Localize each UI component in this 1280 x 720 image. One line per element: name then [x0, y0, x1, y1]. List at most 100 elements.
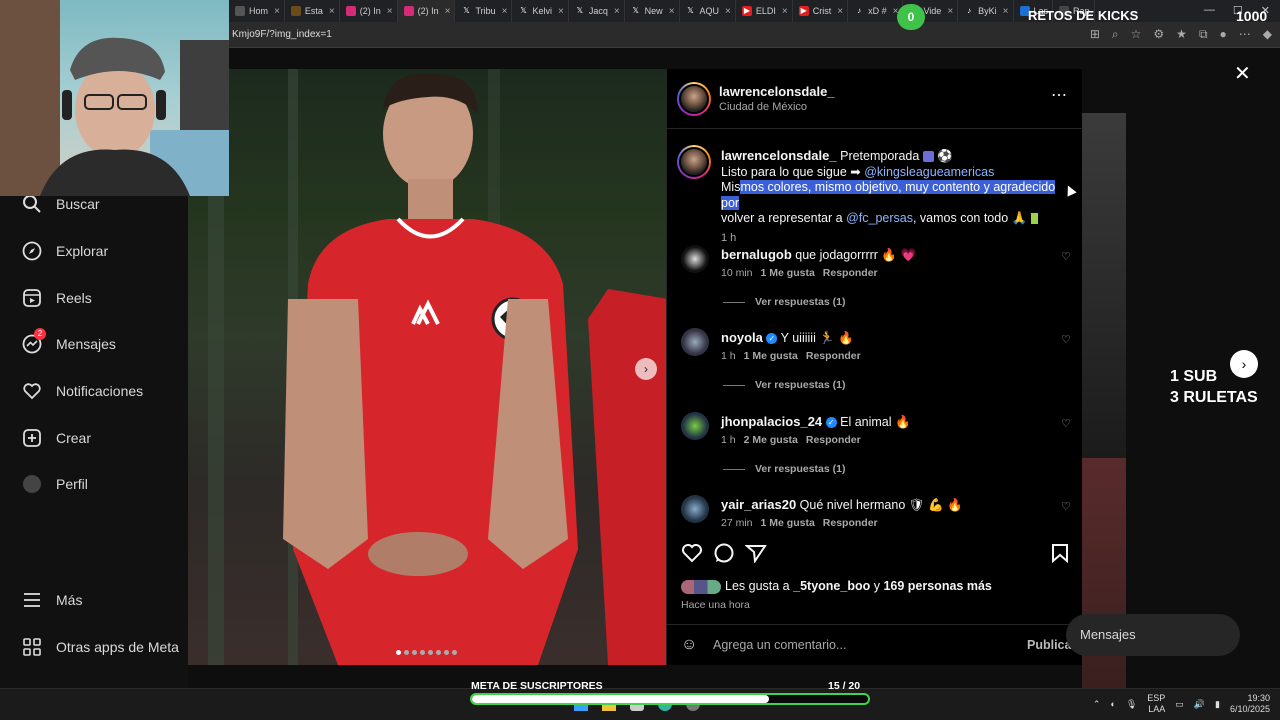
comment-time[interactable]: 27 min — [721, 517, 753, 529]
emoji-picker-icon[interactable]: ☺ — [681, 636, 697, 654]
sidebar-item-meta-apps[interactable]: Otras apps de Meta — [22, 637, 179, 657]
close-tab-icon[interactable]: × — [387, 6, 393, 17]
favorites-icon[interactable]: ★ — [1176, 27, 1187, 42]
like-comment-heart-icon[interactable]: ♡ — [1061, 417, 1071, 430]
caption-timestamp[interactable]: 1 h — [721, 231, 1061, 247]
close-tab-icon[interactable]: × — [837, 6, 843, 17]
microphone-icon[interactable]: 🎙 — [1126, 699, 1137, 710]
view-replies-button[interactable]: Ver respuestas (1) — [723, 463, 845, 475]
comment-time[interactable]: 1 h — [721, 350, 736, 362]
sidebar-item-mas[interactable]: Más — [22, 590, 82, 610]
like-comment-heart-icon[interactable]: ♡ — [1061, 333, 1071, 346]
view-replies-button[interactable]: Ver respuestas (1) — [723, 379, 845, 391]
browser-tab[interactable]: 𝕏 New × — [625, 0, 680, 22]
comment-likes[interactable]: 1 Me gusta — [744, 350, 798, 362]
browser-tab[interactable]: Hom × — [229, 0, 285, 22]
liker-username[interactable]: _5tyone_boo — [793, 579, 870, 593]
comment-username[interactable]: bernalugob — [721, 247, 792, 262]
browser-tab[interactable]: 𝕏 Jacq × — [569, 0, 625, 22]
language-indicator[interactable]: ESP LAA — [1147, 693, 1165, 715]
close-tab-icon[interactable]: × — [782, 6, 788, 17]
comment-likes[interactable]: 2 Me gusta — [744, 434, 798, 446]
reply-button[interactable]: Responder — [823, 267, 878, 279]
avatar[interactable] — [681, 495, 709, 523]
close-tab-icon[interactable]: × — [329, 6, 335, 17]
close-tab-icon[interactable]: × — [669, 6, 675, 17]
browser-tab[interactable]: (2) In × — [340, 0, 398, 22]
comment-likes[interactable]: 1 Me gusta — [761, 267, 815, 279]
battery-icon[interactable]: ▮ — [1215, 699, 1220, 710]
sidebar-item-crear[interactable]: Crear — [22, 428, 91, 448]
copilot-icon[interactable]: ◆ — [1263, 27, 1272, 42]
post-location[interactable]: Ciudad de México — [719, 101, 807, 113]
star-icon[interactable]: ☆ — [1131, 27, 1142, 42]
close-tab-icon[interactable]: × — [947, 6, 953, 17]
browser-tab[interactable]: 𝕏 Kelvi × — [512, 0, 569, 22]
browser-tab[interactable]: 𝕏 Tribu × — [455, 0, 513, 22]
post-author-username[interactable]: lawrencelonsdale_ — [719, 84, 835, 99]
avatar[interactable] — [681, 245, 709, 273]
reply-button[interactable]: Responder — [823, 517, 878, 529]
close-tab-icon[interactable]: × — [1003, 6, 1009, 17]
browser-tab[interactable]: ▶ Crist × — [793, 0, 849, 22]
more-options-icon[interactable]: ⋯ — [1051, 85, 1067, 105]
likes-count[interactable]: 169 personas más — [883, 579, 991, 593]
view-replies-button[interactable]: Ver respuestas (1) — [723, 296, 845, 308]
sidebar-item-notificaciones[interactable]: Notificaciones — [22, 381, 143, 401]
display-icon[interactable]: ▭ — [1175, 699, 1184, 710]
like-comment-heart-icon[interactable]: ♡ — [1061, 500, 1071, 513]
chevron-up-icon[interactable]: ⌃ — [1093, 699, 1101, 710]
comment-input[interactable]: Agrega un comentario... — [713, 638, 846, 652]
zoom-icon[interactable]: ⌕ — [1112, 27, 1119, 42]
comment-likes[interactable]: 1 Me gusta — [761, 517, 815, 529]
more-icon[interactable]: ⋯ — [1239, 27, 1251, 42]
save-bookmark-icon[interactable] — [1051, 543, 1069, 568]
close-tab-icon[interactable]: × — [445, 6, 451, 17]
reply-button[interactable]: Responder — [806, 434, 861, 446]
minimize-icon[interactable]: — — [1204, 4, 1215, 17]
sidebar-item-buscar[interactable]: Buscar — [22, 194, 100, 214]
like-heart-icon[interactable] — [681, 543, 703, 568]
comment-time[interactable]: 1 h — [721, 434, 736, 446]
browser-tab[interactable]: Esta × — [285, 0, 340, 22]
close-tab-icon[interactable]: × — [614, 6, 620, 17]
browser-tab[interactable]: ▶ ELDI × — [736, 0, 793, 22]
reply-button[interactable]: Responder — [806, 350, 861, 362]
mention-link[interactable]: @kingsleagueamericas — [864, 165, 994, 179]
carousel-next-arrow-icon[interactable]: › — [635, 358, 657, 380]
share-send-icon[interactable] — [744, 543, 767, 568]
post-timestamp[interactable]: Hace una hora — [681, 599, 750, 611]
close-tab-icon[interactable]: × — [725, 6, 731, 17]
comment-username[interactable]: noyola — [721, 330, 763, 345]
comment-username[interactable]: jhonpalacios_24 — [721, 414, 822, 429]
avatar[interactable] — [681, 412, 709, 440]
comment-bubble-icon[interactable] — [713, 543, 735, 568]
browser-tab-active[interactable]: (2) In × — [397, 0, 456, 22]
mention-link[interactable]: @fc_persas — [846, 211, 913, 225]
close-icon[interactable]: ✕ — [1234, 61, 1251, 86]
app-tray-icon[interactable]: ◐ — [1110, 699, 1115, 709]
browser-tab[interactable]: ♪ xD # × — [848, 0, 904, 22]
url-field[interactable]: Kmjo9F/?img_index=1 — [232, 29, 332, 40]
messages-bar[interactable]: Mensajes — [1066, 614, 1240, 656]
caption-username[interactable]: lawrencelonsdale_ — [721, 148, 837, 163]
like-comment-heart-icon[interactable]: ♡ — [1061, 250, 1071, 263]
profile-avatar[interactable]: ● — [1220, 27, 1227, 42]
close-tab-icon[interactable]: × — [274, 6, 280, 17]
browser-tab[interactable]: ♪ ByKi × — [958, 0, 1014, 22]
close-tab-icon[interactable]: × — [502, 6, 508, 17]
comment-time[interactable]: 10 min — [721, 267, 753, 279]
sidebar-item-explorar[interactable]: Explorar — [22, 241, 108, 261]
sidebar-item-perfil[interactable]: Perfil — [22, 474, 88, 494]
avatar[interactable] — [681, 328, 709, 356]
close-tab-icon[interactable]: × — [558, 6, 564, 17]
split-icon[interactable]: ⧉ — [1199, 27, 1208, 42]
volume-icon[interactable]: 🔊 — [1194, 699, 1205, 710]
caption-avatar-ring[interactable] — [677, 145, 711, 179]
browser-tab[interactable]: 𝕏 AQU × — [680, 0, 736, 22]
story-ring[interactable] — [677, 82, 711, 116]
clock[interactable]: 19:30 6/10/2025 — [1230, 693, 1270, 715]
extensions-icon[interactable]: ⚙ — [1153, 27, 1164, 42]
apps-icon[interactable]: ⊞ — [1090, 27, 1100, 42]
sidebar-item-mensajes[interactable]: 2 Mensajes — [22, 328, 116, 354]
